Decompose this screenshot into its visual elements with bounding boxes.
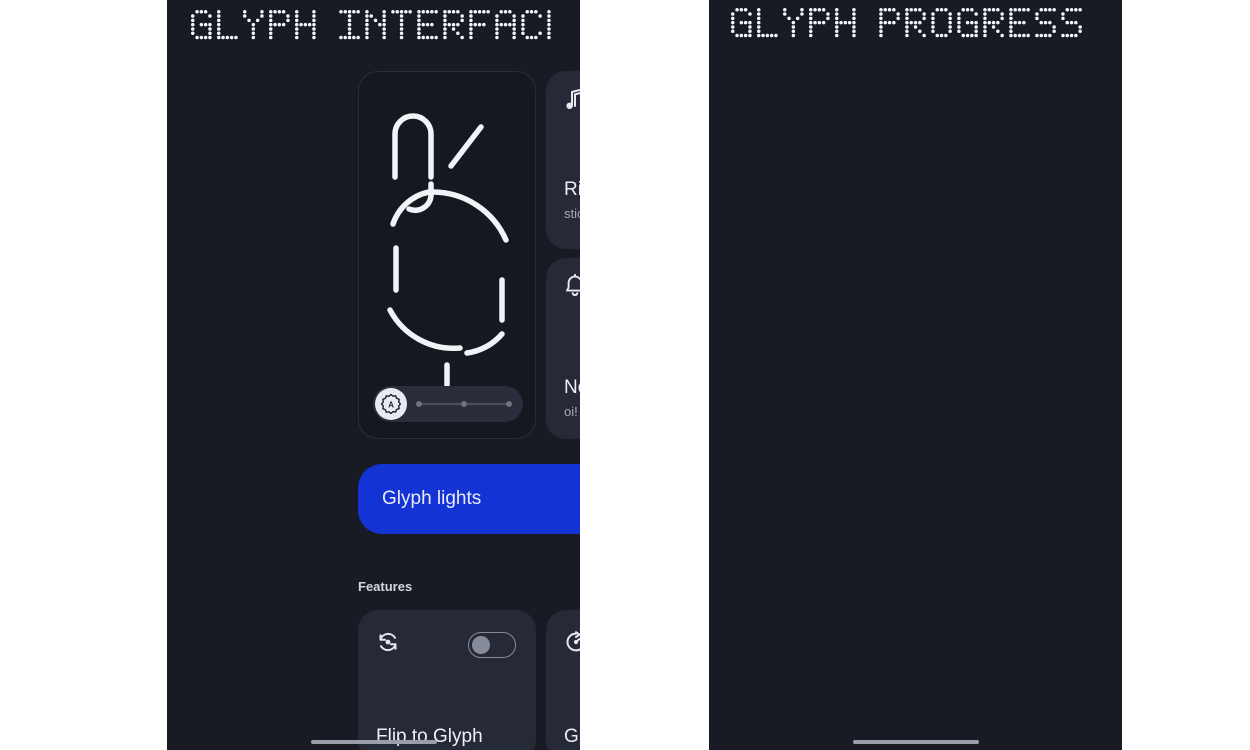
glyph-lights-label: Glyph lights	[382, 488, 482, 509]
brightness-step-2	[461, 401, 467, 407]
gesture-navigation-bar[interactable]	[310, 740, 437, 744]
timer-icon	[564, 630, 580, 659]
page-title-glyph-interface: GLYPH INTERFACE	[191, 4, 580, 48]
feature-flip-to-glyph-title: Flip to Glyph	[376, 726, 483, 747]
brightness-step-3	[506, 401, 512, 407]
screenshot-root: GLYPH INTERFACE	[0, 0, 1250, 750]
brightness-track[interactable]	[416, 401, 512, 407]
brightness-step-1	[416, 401, 422, 407]
page-title-glyph-progress: GLYPH PROGRESS	[731, 2, 1122, 44]
auto-brightness-label: A	[388, 400, 394, 409]
flip-to-glyph-toggle[interactable]	[468, 632, 516, 658]
glyph-progress-screen: GLYPH PROGRESS Glyph Progress	[709, 0, 1122, 750]
glyph-pattern-card[interactable]: A	[358, 71, 536, 439]
auto-brightness-icon: A	[380, 393, 402, 415]
tile-ringtones[interactable]: Ringtones sticks	[546, 71, 580, 249]
feature-glyph-timer-title: Glyph Timer	[564, 726, 580, 747]
tile-ringtones-title: Ringtones	[564, 179, 580, 200]
toggle-knob	[472, 636, 490, 654]
music-note-icon	[564, 88, 580, 115]
bell-icon	[564, 273, 580, 302]
feature-card-glyph-timer[interactable]: Glyph Timer	[546, 610, 580, 750]
auto-brightness-button[interactable]: A	[375, 388, 407, 420]
dot-matrix-title-right	[731, 8, 1082, 38]
glyph-brightness-slider[interactable]: A	[373, 386, 523, 422]
glyph-lights-row[interactable]: Glyph lights	[358, 464, 580, 534]
feature-card-flip-to-glyph[interactable]: Flip to Glyph	[358, 610, 536, 750]
tile-ringtones-subtitle: sticks	[564, 206, 580, 221]
features-section-label: Features	[358, 579, 413, 594]
glyph-pattern-illustration	[387, 113, 509, 402]
tile-notifications-title: Notifications	[564, 377, 580, 398]
flip-rotate-icon	[376, 630, 400, 659]
tile-notifications-subtitle: oi!	[564, 404, 578, 419]
dot-matrix-title-left	[191, 10, 551, 40]
gesture-navigation-bar[interactable]	[852, 740, 979, 744]
tile-notifications[interactable]: Notifications oi!	[546, 258, 580, 439]
glyph-interface-screen: GLYPH INTERFACE	[167, 0, 580, 750]
